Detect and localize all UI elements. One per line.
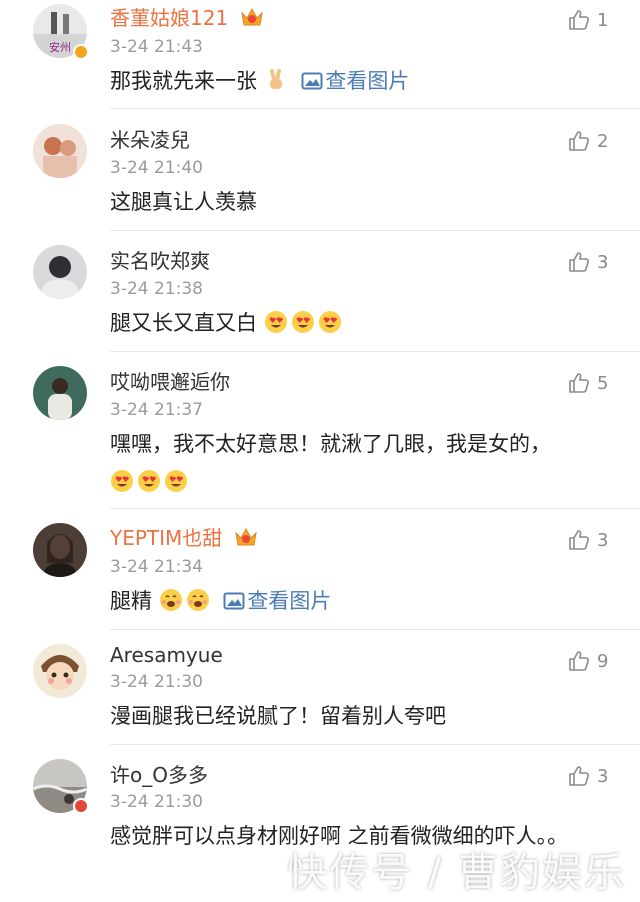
divider: [110, 351, 640, 352]
comment-time: 3-24 21:30: [110, 792, 203, 812]
comment-text-body: 腿又长又直又白: [110, 311, 257, 335]
comment-time: 3-24 21:37: [110, 400, 203, 420]
grinning-emoji-icon: [186, 589, 209, 611]
comment-time: 3-24 21:43: [110, 37, 203, 57]
username[interactable]: Aresamyue: [110, 643, 223, 667]
thumbs-up-icon: [569, 131, 589, 151]
like-count: 3: [597, 529, 609, 551]
vip-crown-icon: [234, 527, 257, 546]
divider: [110, 108, 640, 109]
divider: [110, 744, 640, 745]
divider: [110, 230, 640, 231]
username[interactable]: 许o_O多多: [110, 763, 208, 787]
thumbs-up-icon: [569, 252, 589, 272]
avatar[interactable]: [33, 523, 87, 577]
avatar[interactable]: [33, 366, 87, 420]
avatar[interactable]: [33, 644, 87, 698]
comment-text-body: 嘿嘿，我不太好意思！就湫了几眼，我是女的，: [110, 432, 551, 456]
picture-icon: [223, 592, 245, 610]
comment-time: 3-24 21:34: [110, 557, 203, 577]
comment-text: 漫画腿我已经说腻了！留着别人夸吧: [110, 697, 590, 735]
avatar[interactable]: [33, 245, 87, 299]
like-button[interactable]: 1: [567, 6, 608, 34]
thumbs-up-icon: [569, 530, 589, 550]
heart-eyes-emoji-icon: [138, 470, 160, 492]
thumbs-up-icon: [569, 373, 589, 393]
like-button[interactable]: 3: [567, 762, 608, 790]
heart-eyes-emoji-icon: [111, 470, 133, 492]
view-picture-link[interactable]: 查看图片: [219, 589, 331, 613]
like-count: 3: [597, 251, 609, 273]
like-count: 1: [597, 9, 609, 31]
verified-badge-icon: [73, 798, 89, 814]
username[interactable]: 香菫姑娘121: [110, 6, 265, 30]
username[interactable]: 实名吹郑爽: [110, 249, 210, 273]
like-count: 3: [597, 765, 609, 787]
username-text[interactable]: 哎呦喂邂逅你: [110, 370, 230, 394]
username[interactable]: 哎呦喂邂逅你: [110, 370, 230, 394]
thumbs-up-icon: [569, 651, 589, 671]
like-count: 5: [597, 372, 609, 394]
username-text[interactable]: YEPTIM也甜: [110, 526, 222, 550]
comment-text-body: 漫画腿我已经说腻了！留着别人夸吧: [110, 704, 446, 728]
view-picture-label[interactable]: 查看图片: [325, 69, 409, 93]
comment-text: 那我就先来一张 查看图片: [110, 62, 590, 100]
vip-crown-icon: [240, 7, 263, 26]
divider: [110, 508, 640, 509]
comment-text: 腿精 查看图片: [110, 582, 590, 620]
heart-eyes-emoji-icon: [291, 311, 314, 333]
like-button[interactable]: 3: [567, 526, 608, 554]
heart-eyes-emoji-icon: [165, 470, 187, 492]
grinning-emoji-icon: [159, 589, 182, 611]
avatar-caption: 安州: [49, 40, 71, 54]
like-button[interactable]: 2: [567, 127, 608, 155]
victory-hand-emoji-icon: [269, 69, 282, 89]
comment-time: 3-24 21:40: [110, 158, 203, 178]
like-count: 2: [597, 130, 609, 152]
comment-text-body: 腿精: [110, 589, 152, 613]
avatar[interactable]: [33, 124, 87, 178]
like-count: 9: [597, 650, 609, 672]
watermark: 快传号 / 曹豹娱乐: [287, 850, 626, 896]
username-text[interactable]: 米朵凌兒: [110, 128, 190, 152]
heart-eyes-emoji-icon: [264, 311, 287, 333]
comment-time: 3-24 21:30: [110, 672, 203, 692]
divider: [110, 629, 640, 630]
comment-text-body: 这腿真让人羡慕: [110, 190, 257, 214]
comment-text: 嘿嘿，我不太好意思！就湫了几眼，我是女的，: [110, 425, 580, 501]
username-text[interactable]: 香菫姑娘121: [110, 6, 228, 30]
like-button[interactable]: 9: [567, 647, 608, 675]
heart-eyes-emoji-icon: [318, 311, 341, 333]
comment-text: 这腿真让人羡慕: [110, 183, 590, 221]
thumbs-up-icon: [569, 10, 589, 30]
verified-badge-icon: [73, 44, 89, 60]
like-button[interactable]: 5: [567, 369, 608, 397]
username[interactable]: YEPTIM也甜: [110, 526, 259, 550]
view-picture-link[interactable]: 查看图片: [297, 69, 409, 93]
comment-text-body: 那我就先来一张: [110, 69, 257, 93]
username-text[interactable]: 实名吹郑爽: [110, 249, 210, 273]
username[interactable]: 米朵凌兒: [110, 128, 190, 152]
picture-icon: [301, 72, 323, 90]
comment-time: 3-24 21:38: [110, 279, 203, 299]
username-text[interactable]: Aresamyue: [110, 643, 223, 667]
thumbs-up-icon: [569, 766, 589, 786]
username-text[interactable]: 许o_O多多: [110, 763, 208, 787]
like-button[interactable]: 3: [567, 248, 608, 276]
comment-text: 腿又长又直又白: [110, 304, 590, 342]
view-picture-label[interactable]: 查看图片: [247, 589, 331, 613]
